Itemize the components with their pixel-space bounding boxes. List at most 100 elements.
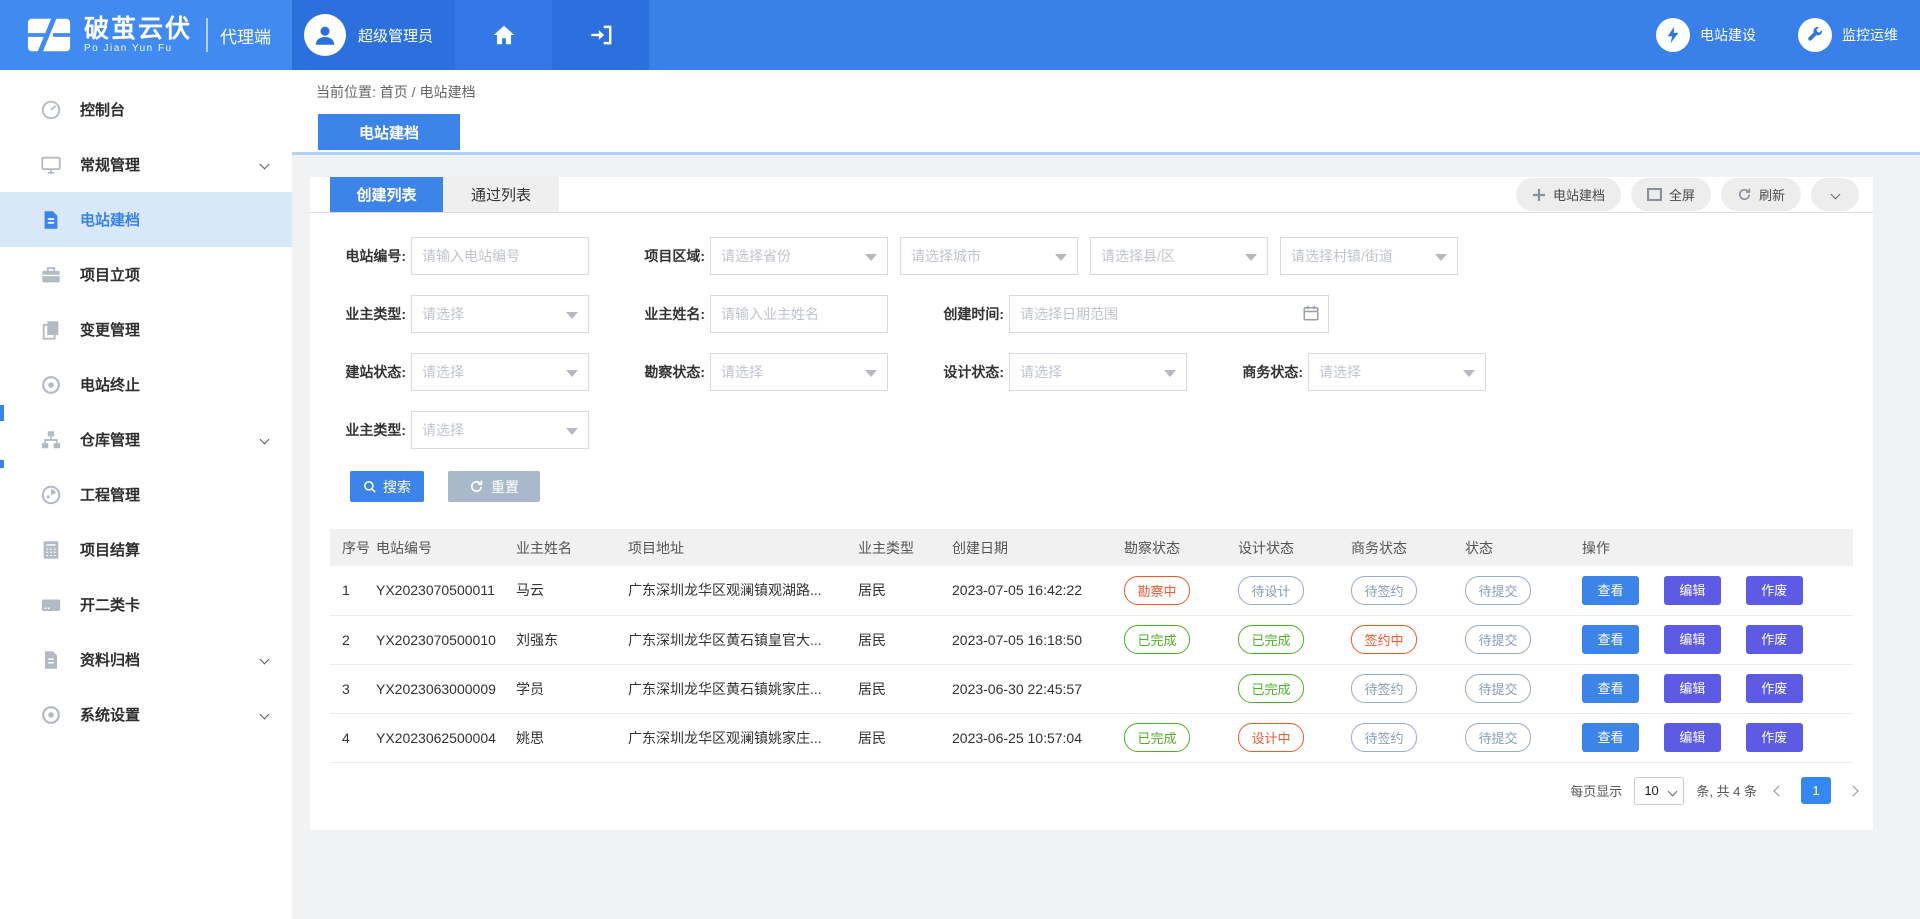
search-button[interactable]: 搜索 <box>350 471 424 502</box>
edit-button[interactable]: 编辑 <box>1664 576 1721 605</box>
field-label: 商务状态: <box>1227 362 1303 382</box>
caret-down-icon <box>865 370 877 377</box>
edit-button[interactable]: 编辑 <box>1664 723 1721 752</box>
design-status-select[interactable]: 请选择 <box>1009 353 1187 391</box>
sidebar-item-general-mgmt[interactable]: 常规管理 <box>0 137 292 192</box>
calendar-icon[interactable] <box>1302 304 1320 322</box>
reset-button[interactable]: 重置 <box>448 471 540 502</box>
sidebar-item-label: 电站建档 <box>80 209 140 230</box>
mode-monitor-ops[interactable]: 监控运维 <box>1798 18 1898 52</box>
tab-create-list[interactable]: 创建列表 <box>330 177 443 212</box>
sidebar-item-change-mgmt[interactable]: 变更管理 <box>0 302 292 357</box>
chevron-down-icon <box>260 160 270 170</box>
filter-region: 项目区域: 请选择省份 请选择城市 请选择县/区 请选择村镇/街道 <box>629 237 1458 275</box>
owner-type2-select[interactable]: 请选择 <box>411 411 589 449</box>
content-area: 当前位置: 首页 / 电站建档 电站建档 创建列表 通过列表 电站建档 <box>292 70 1920 919</box>
biz-status-select[interactable]: 请选择 <box>1308 353 1486 391</box>
mode-station-build[interactable]: 电站建设 <box>1656 18 1756 52</box>
design-status-badge: 设计中 <box>1238 723 1304 752</box>
void-button[interactable]: 作废 <box>1746 674 1803 703</box>
refresh-button[interactable]: 刷新 <box>1721 178 1801 211</box>
sidebar-item-system-settings[interactable]: 系统设置 <box>0 687 292 742</box>
per-page-select[interactable]: 10 <box>1634 777 1684 805</box>
cell-owner-type: 居民 <box>858 664 952 713</box>
sidebar-item-console[interactable]: 控制台 <box>0 82 292 137</box>
view-button[interactable]: 查看 <box>1582 625 1639 654</box>
sidebar-scroll-mark <box>0 460 4 468</box>
city-select[interactable]: 请选择城市 <box>900 237 1078 275</box>
sidebar-item-project-settlement[interactable]: 项目结算 <box>0 522 292 577</box>
col-header: 设计状态 <box>1238 529 1351 566</box>
avatar[interactable] <box>304 14 346 56</box>
filter-owner-type: 业主类型: 请选择 <box>330 295 589 333</box>
table-row: 1 YX2023070500011 马云 广东深圳龙华区观澜镇观湖路... 居民… <box>330 566 1853 615</box>
logout-button[interactable] <box>552 0 649 70</box>
cell-address: 广东深圳龙华区黄石镇皇官大... <box>628 615 858 664</box>
province-select[interactable]: 请选择省份 <box>710 237 888 275</box>
status-badge: 待提交 <box>1465 674 1531 703</box>
sidebar-item-label: 常规管理 <box>80 154 140 175</box>
prev-page-button[interactable] <box>1769 787 1789 795</box>
page-tab-station-filing[interactable]: 电站建档 <box>318 114 460 150</box>
per-page-value: 10 <box>1644 783 1658 798</box>
date-range-input[interactable] <box>1009 295 1329 333</box>
sidebar-item-warehouse-mgmt[interactable]: 仓库管理 <box>0 412 292 467</box>
view-button[interactable]: 查看 <box>1582 674 1639 703</box>
fullscreen-button[interactable]: 全屏 <box>1631 178 1711 211</box>
cell-owner-type: 居民 <box>858 713 952 762</box>
void-button[interactable]: 作废 <box>1746 625 1803 654</box>
filter-build-status: 建站状态: 请选择 <box>330 353 589 391</box>
view-button[interactable]: 查看 <box>1582 576 1639 605</box>
page-number-button[interactable]: 1 <box>1801 777 1831 804</box>
field-label: 业主姓名: <box>629 304 705 324</box>
station-no-input[interactable] <box>411 237 589 275</box>
mode-label: 监控运维 <box>1842 25 1898 45</box>
sidebar-item-label: 控制台 <box>80 99 125 120</box>
sidebar-item-engineering-mgmt[interactable]: 工程管理 <box>0 467 292 522</box>
breadcrumb-path[interactable]: 首页 / 电站建档 <box>380 84 476 100</box>
view-button[interactable]: 查看 <box>1582 723 1639 752</box>
stations-table: 序号 电站编号 业主姓名 项目地址 业主类型 创建日期 勘察状态 设计状态 商务… <box>330 529 1853 763</box>
chevron-down-icon <box>260 655 270 665</box>
collapse-button[interactable] <box>1811 178 1859 211</box>
table-row: 3 YX2023063000009 学员 广东深圳龙华区黄石镇姚家庄... 居民… <box>330 664 1853 713</box>
home-button[interactable] <box>455 0 552 70</box>
build-status-select[interactable]: 请选择 <box>411 353 589 391</box>
tab-passed-list[interactable]: 通过列表 <box>443 177 559 212</box>
design-status-badge: 待设计 <box>1238 576 1304 605</box>
chevron-down-icon <box>1668 786 1678 796</box>
survey-status-select[interactable]: 请选择 <box>710 353 888 391</box>
cell-owner-name: 姚思 <box>516 713 628 762</box>
cell-owner-name: 刘强东 <box>516 615 628 664</box>
void-button[interactable]: 作废 <box>1746 723 1803 752</box>
refresh-icon <box>1737 187 1752 202</box>
sidebar-item-data-archive[interactable]: 资料归档 <box>0 632 292 687</box>
chevron-left-icon <box>1773 785 1784 796</box>
sidebar-item-project-initiation[interactable]: 项目立项 <box>0 247 292 302</box>
edit-button[interactable]: 编辑 <box>1664 625 1721 654</box>
owner-type-select[interactable]: 请选择 <box>411 295 589 333</box>
pagination: 每页显示 10 条, 共 4 条 1 <box>330 777 1863 805</box>
filter-row: 业主类型: 请选择 业主姓名: 创建时间: <box>330 295 1853 333</box>
select-placeholder: 请选择 <box>1020 362 1062 382</box>
cell-index: 3 <box>330 664 376 713</box>
cell-owner-type: 居民 <box>858 615 952 664</box>
sidebar-item-station-termination[interactable]: 电站终止 <box>0 357 292 412</box>
chevron-down-icon <box>260 435 270 445</box>
add-station-button[interactable]: 电站建档 <box>1516 178 1621 211</box>
cell-index: 1 <box>330 566 376 615</box>
col-header: 状态 <box>1465 529 1582 566</box>
sidebar-item-label: 变更管理 <box>80 319 140 340</box>
sidebar-item-open-type2-card[interactable]: 开二类卡 <box>0 577 292 632</box>
next-page-button[interactable] <box>1843 787 1863 795</box>
sidebar-item-station-filing[interactable]: 电站建档 <box>0 192 292 247</box>
county-select[interactable]: 请选择县/区 <box>1090 237 1268 275</box>
town-select[interactable]: 请选择村镇/街道 <box>1280 237 1458 275</box>
col-header: 操作 <box>1582 529 1853 566</box>
logout-icon <box>588 22 614 48</box>
list-tabbar: 创建列表 通过列表 电站建档 全屏 <box>310 177 1873 213</box>
user-menu[interactable]: 超级管理员 <box>292 0 455 70</box>
edit-button[interactable]: 编辑 <box>1664 674 1721 703</box>
void-button[interactable]: 作废 <box>1746 576 1803 605</box>
owner-name-input[interactable] <box>710 295 888 333</box>
